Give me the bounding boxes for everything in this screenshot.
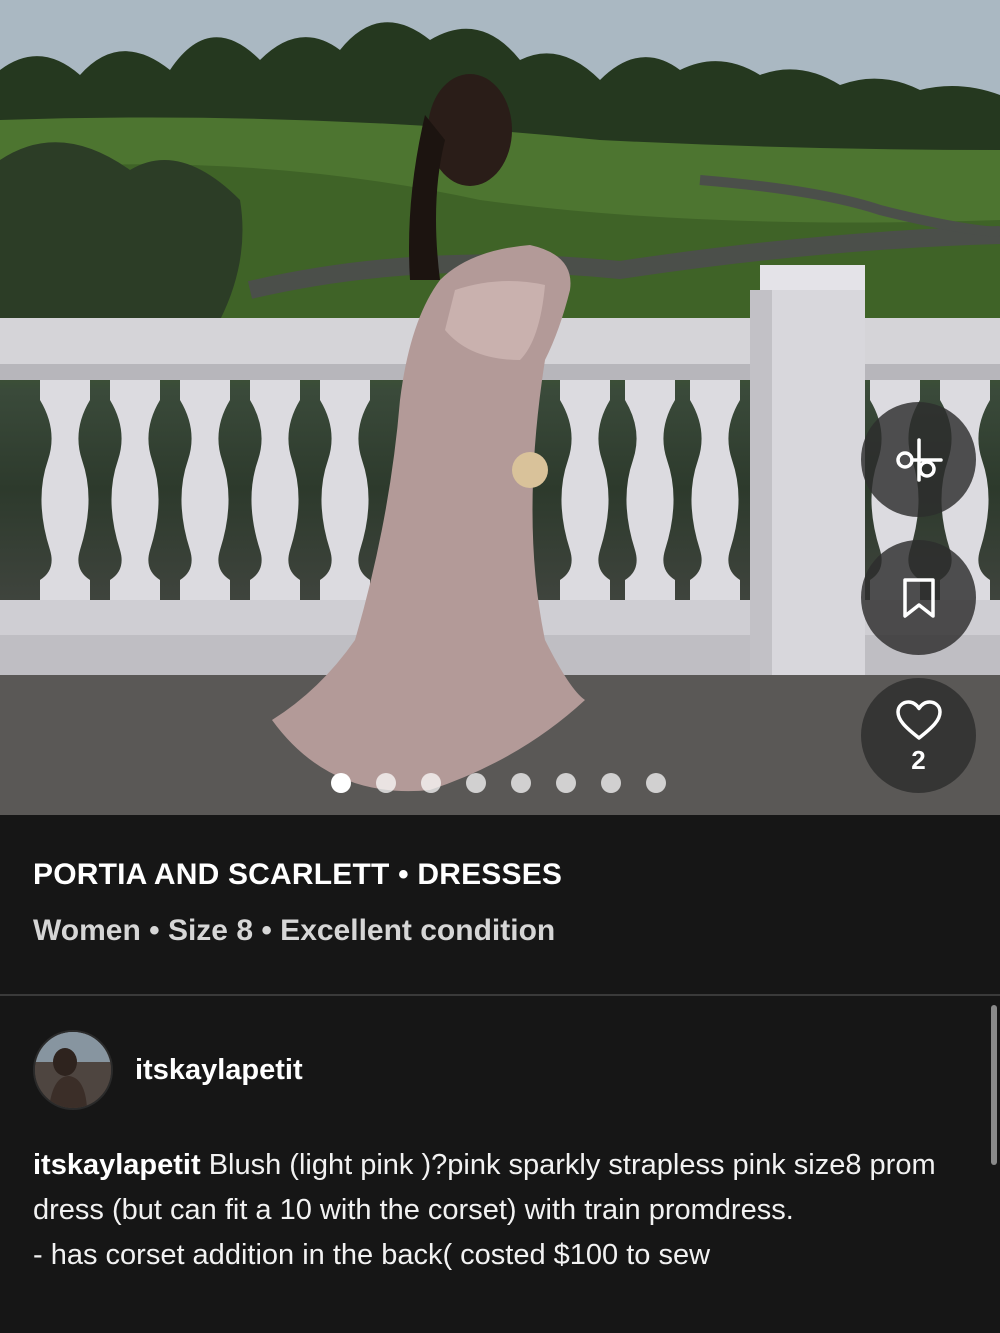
- scrollbar[interactable]: [991, 1005, 997, 1165]
- seller-row[interactable]: itskaylapetit: [33, 1030, 303, 1110]
- carousel-dot[interactable]: [421, 773, 441, 793]
- heart-icon: [895, 699, 942, 740]
- make-offer-button[interactable]: [861, 402, 976, 517]
- listing-info: PORTIA AND SCARLETT • DRESSES Women • Si…: [33, 858, 980, 948]
- description-username[interactable]: itskaylapetit: [33, 1149, 201, 1181]
- carousel-dot[interactable]: [376, 773, 396, 793]
- listing-description: itskaylapetit Blush (light pink )?pink s…: [33, 1143, 953, 1278]
- avatar[interactable]: [33, 1030, 113, 1110]
- listing-page: 2 PORTIA AND SCARLETT • DRESSES Women • …: [0, 0, 1000, 1333]
- save-button[interactable]: [861, 540, 976, 655]
- carousel-dot[interactable]: [331, 773, 351, 793]
- like-count: 2: [911, 744, 926, 775]
- scissors-offer-icon: [895, 437, 943, 482]
- carousel-dot[interactable]: [511, 773, 531, 793]
- bookmark-icon: [902, 577, 935, 618]
- like-button[interactable]: 2: [861, 678, 976, 793]
- carousel-dot[interactable]: [556, 773, 576, 793]
- brand-category-link[interactable]: PORTIA AND SCARLETT • DRESSES: [33, 858, 980, 892]
- carousel-dots[interactable]: [331, 773, 691, 793]
- listing-details: Women • Size 8 • Excellent condition: [33, 914, 556, 947]
- avatar-image: [35, 1032, 111, 1108]
- carousel-dot[interactable]: [466, 773, 486, 793]
- carousel-dot[interactable]: [601, 773, 621, 793]
- product-photo[interactable]: [0, 0, 1000, 815]
- divider: [0, 994, 1000, 996]
- carousel-dot[interactable]: [646, 773, 666, 793]
- photo-illustration: [0, 0, 1000, 815]
- seller-username[interactable]: itskaylapetit: [135, 1054, 303, 1087]
